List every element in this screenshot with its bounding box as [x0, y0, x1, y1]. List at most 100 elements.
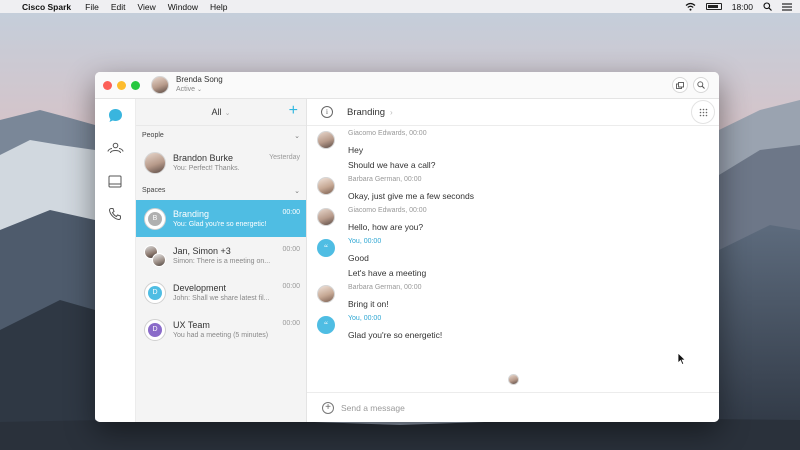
mouse-cursor-icon — [677, 352, 686, 366]
search-button[interactable] — [693, 77, 709, 93]
windows-icon — [676, 81, 684, 89]
info-icon[interactable]: i — [321, 106, 333, 118]
message-input[interactable] — [341, 402, 641, 413]
message-meta: Giacomo Edwards, 00:00 — [348, 130, 427, 137]
quote-icon: “ — [317, 239, 335, 257]
item-snippet: You had a meeting (5 minutes) — [173, 331, 269, 339]
conversation-panel: i Branding › Giacomo Edwards, 00:00 Hey … — [307, 99, 719, 422]
space-avatar: D — [144, 318, 166, 341]
item-snippet: You: Perfect! Thanks. — [173, 165, 240, 172]
new-space-button[interactable]: + — [289, 103, 298, 119]
activity-menu-button[interactable] — [691, 100, 715, 124]
user-name: Brenda Song — [176, 75, 223, 84]
item-time: 00:00 — [282, 320, 300, 327]
menu-edit[interactable]: Edit — [111, 2, 126, 12]
teams-icon — [107, 142, 123, 154]
message: Barbara German, 00:00 Bring it on! — [307, 283, 719, 312]
minimize-window-button[interactable] — [117, 80, 126, 90]
message-text: Bring it on! — [348, 299, 389, 309]
user-profile[interactable]: Brenda Song Active ⌄ — [151, 75, 223, 95]
chevron-right-icon: › — [390, 107, 393, 117]
message-text: Okay, just give me a few seconds — [348, 191, 474, 201]
title-bar: Brenda Song Active ⌄ — [95, 72, 719, 99]
filter-dropdown[interactable]: All ⌄ — [212, 107, 231, 117]
notification-center-icon[interactable] — [782, 2, 792, 11]
nav-rail — [95, 99, 136, 422]
list-item[interactable]: D Development John: Shall we share lates… — [136, 274, 306, 311]
item-time: 00:00 — [282, 209, 300, 216]
calendar-icon — [108, 175, 122, 188]
spotlight-search-icon[interactable] — [763, 2, 772, 11]
phone-icon — [108, 208, 121, 221]
conversation-title[interactable]: Branding — [347, 107, 385, 118]
avatar — [144, 152, 166, 174]
message-list: Giacomo Edwards, 00:00 Hey Should we hav… — [307, 129, 719, 345]
spaces-section-header[interactable]: Spaces ⌄ — [136, 181, 306, 200]
message-composer: + — [307, 392, 719, 422]
space-avatar: B — [144, 207, 166, 230]
menu-view[interactable]: View — [138, 2, 156, 12]
message: Giacomo Edwards, 00:00 Hello, how are yo… — [307, 206, 719, 235]
user-status: Active ⌄ — [176, 86, 203, 93]
avatar — [317, 208, 335, 226]
avatar — [317, 131, 335, 149]
menu-file[interactable]: File — [85, 2, 99, 12]
message: “ You, 00:00 Glad you're so energetic! — [307, 314, 719, 343]
message-meta: Giacomo Edwards, 00:00 — [348, 207, 427, 214]
message: Giacomo Edwards, 00:00 Hey Should we hav… — [307, 129, 719, 173]
nav-messages[interactable] — [105, 105, 125, 125]
list-item[interactable]: Jan, Simon +3 Simon: There is a meeting … — [136, 237, 306, 274]
list-item[interactable]: D UX Team You had a meeting (5 minutes) … — [136, 311, 306, 348]
chat-bubble-icon — [108, 108, 122, 122]
message-meta: You, 00:00 — [348, 315, 382, 322]
item-time: 00:00 — [282, 283, 300, 290]
chevron-down-icon: ⌄ — [294, 132, 300, 140]
message: Barbara German, 00:00 Okay, just give me… — [307, 175, 719, 204]
quote-icon: “ — [317, 316, 335, 334]
list-header: All ⌄ + — [136, 99, 306, 126]
message-text: Good — [348, 253, 369, 263]
message: “ You, 00:00 Good Let's have a meeting — [307, 237, 719, 281]
grid-icon — [699, 108, 707, 116]
nav-calendar[interactable] — [105, 171, 125, 191]
battery-icon[interactable] — [705, 3, 722, 10]
avatar — [317, 177, 335, 195]
avatar — [317, 285, 335, 303]
zoom-window-button[interactable] — [131, 80, 140, 90]
message-text: Let's have a meeting — [348, 268, 427, 278]
item-time: Yesterday — [269, 154, 300, 161]
spark-window: Brenda Song Active ⌄ All ⌄ + People ⌄ Br… — [95, 72, 719, 422]
message-meta: You, 00:00 — [348, 238, 382, 245]
list-item[interactable]: B Branding You: Glad you're so energetic… — [136, 200, 306, 237]
item-snippet: Simon: There is a meeting on... — [173, 257, 271, 265]
message-meta: Barbara German, 00:00 — [348, 176, 422, 183]
message-text: Should we have a call? — [348, 160, 436, 170]
people-section-header[interactable]: People ⌄ — [136, 126, 306, 145]
item-time: 00:00 — [282, 246, 300, 253]
message-meta: Barbara German, 00:00 — [348, 284, 422, 291]
pop-out-button[interactable] — [672, 77, 688, 93]
message-text: Glad you're so energetic! — [348, 330, 443, 340]
list-item[interactable]: Brandon Burke You: Perfect! Thanks. Yest… — [136, 145, 306, 181]
conversation-list: All ⌄ + People ⌄ Brandon Burke You: Perfe… — [136, 99, 307, 422]
nav-teams[interactable] — [105, 138, 125, 158]
nav-calls[interactable] — [105, 204, 125, 224]
menu-bar: Cisco Spark File Edit View Window Help 1… — [0, 0, 800, 13]
menu-clock[interactable]: 18:00 — [732, 2, 753, 12]
search-icon — [697, 81, 705, 89]
read-receipt-avatar — [508, 374, 519, 385]
close-window-button[interactable] — [103, 80, 112, 90]
item-snippet: You: Glad you're so energetic! — [173, 220, 267, 228]
group-avatar — [144, 244, 166, 267]
conversation-header: i Branding › — [307, 99, 719, 126]
message-text: Hello, how are you? — [348, 222, 424, 232]
chevron-down-icon: ⌄ — [294, 187, 300, 195]
menu-help[interactable]: Help — [210, 2, 227, 12]
item-snippet: John: Shall we share latest fil... — [173, 294, 270, 302]
menu-app-name[interactable]: Cisco Spark — [22, 2, 71, 12]
space-avatar: D — [144, 281, 166, 304]
add-attachment-icon[interactable]: + — [322, 401, 334, 414]
menu-window[interactable]: Window — [168, 2, 198, 12]
avatar — [151, 76, 169, 94]
wifi-icon[interactable] — [685, 2, 696, 11]
